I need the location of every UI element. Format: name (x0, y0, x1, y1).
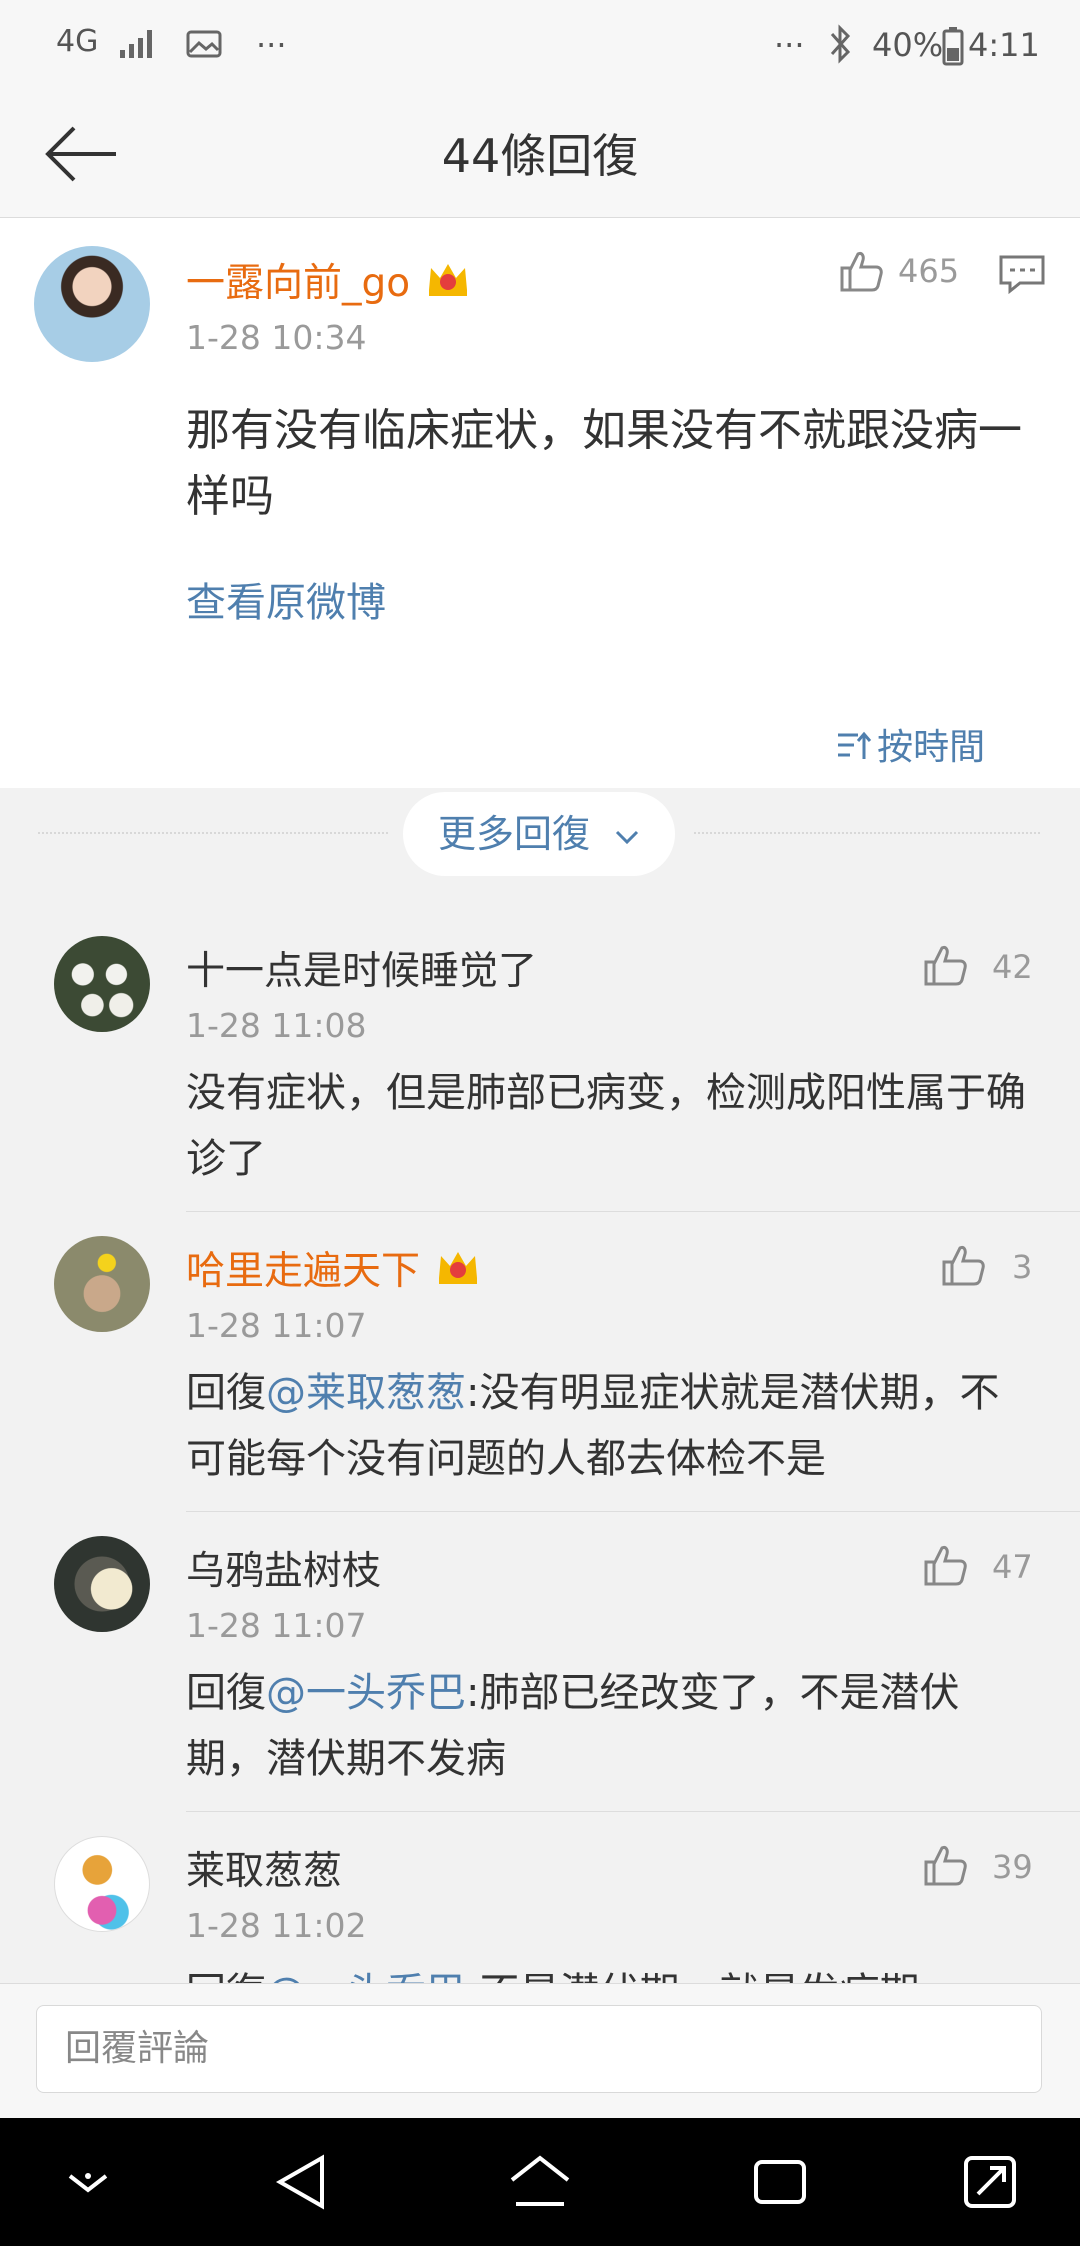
reply-item: 十一点是时候睡觉了 1-28 11:08 42 没有症状，但是肺部已病变，检测成… (0, 900, 1080, 1212)
username[interactable]: 哈里走遍天下 (186, 1249, 420, 1294)
reply-body: :不是潜伏期，就是发病期 (466, 1970, 919, 1983)
recent-apps-icon[interactable] (752, 2158, 808, 2206)
reply-time: 1-28 11:07 (186, 1306, 367, 1345)
more-indicator: ··· (256, 26, 287, 64)
username[interactable]: 十一点是时候睡觉了 (186, 940, 537, 996)
comment-icon[interactable] (998, 254, 1046, 294)
chevron-down-icon[interactable] (64, 2166, 112, 2200)
avatar[interactable] (54, 936, 150, 1032)
mention-link[interactable]: @一头乔巴 (266, 1670, 466, 1716)
more-indicator-right: ··· (774, 26, 805, 64)
network-indicator: 4G (56, 24, 99, 59)
home-icon[interactable] (508, 2154, 572, 2210)
thumbs-up-icon[interactable] (940, 1242, 988, 1288)
thumbs-up-icon[interactable] (922, 1542, 970, 1588)
vip-crown-icon (439, 1252, 478, 1284)
divider-right (694, 832, 1040, 834)
like-count: 465 (898, 252, 960, 290)
like-count: 42 (992, 948, 1033, 986)
like-count: 39 (992, 1848, 1033, 1886)
username[interactable]: 乌鸦盐树枝 (186, 1540, 381, 1596)
avatar[interactable] (54, 1836, 150, 1932)
reply-text: 回復@莱取葱葱:没有明显症状就是潜伏期，不可能每个没有问题的人都去体检不是 (186, 1360, 1036, 1492)
reply-time: 1-28 11:08 (186, 1006, 367, 1045)
chevron-down-icon (615, 830, 639, 845)
reply-time: 1-28 11:07 (186, 1606, 367, 1645)
main-comment: 一露向前_go 1-28 10:34 465 那有没有临床症状，如果没有不就跟没… (0, 218, 1080, 788)
sort-label: 按時間 (877, 727, 986, 768)
sort-icon (838, 731, 872, 759)
reply-time: 1-28 11:02 (186, 1906, 367, 1945)
reply-item: 乌鸦盐树枝 1-28 11:07 47 回復@一头乔巴:肺部已经改变了，不是潜伏… (0, 1512, 1080, 1812)
mention-link[interactable]: @一头乔巴 (266, 1970, 466, 1983)
reply-text: 没有症状，但是肺部已病变，检测成阳性属于确诊了 (186, 1060, 1036, 1192)
reply-body: 没有症状，但是肺部已病变，检测成阳性属于确诊了 (186, 1070, 1026, 1182)
reply-prefix: 回復 (186, 1970, 266, 1983)
username[interactable]: 莱取葱葱 (186, 1840, 342, 1896)
expand-icon[interactable] (962, 2154, 1018, 2210)
comment-text: 那有没有临床症状，如果没有不就跟没病一样吗 (186, 405, 1022, 522)
status-bar: 4G ··· ··· 40% 4:11 (0, 0, 1080, 92)
image-icon (186, 30, 222, 58)
bluetooth-icon (830, 24, 851, 64)
view-original-link[interactable]: 查看原微博 (186, 570, 386, 628)
more-replies-label: 更多回復 (437, 812, 590, 856)
back-icon[interactable] (274, 2154, 328, 2210)
reply-item: 哈里走遍天下 1-28 11:07 3 回復@莱取葱葱:没有明显症状就是潜伏期，… (0, 1212, 1080, 1512)
sort-button[interactable]: 按時間 (836, 718, 985, 770)
reply-item: 莱取葱葱 1-28 11:02 39 回復@一头乔巴:不是潜伏期，就是发病期 (0, 1812, 1080, 1983)
clock: 4:11 (968, 26, 1040, 64)
avatar[interactable] (54, 1236, 150, 1332)
reply-input[interactable]: 回覆評論 (36, 2005, 1042, 2093)
divider-left (38, 832, 388, 834)
mention-link[interactable]: @莱取葱葱 (266, 1370, 466, 1416)
reply-prefix: 回復 (186, 1370, 266, 1416)
avatar[interactable] (54, 1536, 150, 1632)
signal-icon (120, 30, 152, 58)
username[interactable]: 一露向前_go (186, 261, 410, 306)
like-count: 3 (1012, 1248, 1033, 1286)
vip-crown-icon (429, 264, 468, 296)
avatar[interactable] (34, 246, 150, 362)
nav-bar: 44條回復 (0, 92, 1080, 218)
thumbs-up-icon[interactable] (922, 1842, 970, 1888)
reply-prefix: 回復 (186, 1670, 266, 1716)
reply-text: 回復@一头乔巴:肺部已经改变了，不是潜伏期，潜伏期不发病 (186, 1660, 1036, 1792)
battery-icon (942, 27, 964, 66)
more-replies-button[interactable]: 更多回復 (403, 792, 675, 876)
battery-percent: 40% (872, 26, 944, 64)
like-count: 47 (992, 1548, 1033, 1586)
thumbs-up-icon[interactable] (838, 248, 886, 294)
comment-time: 1-28 10:34 (186, 318, 367, 357)
reply-text: 回復@一头乔巴:不是潜伏期，就是发病期 (186, 1960, 1036, 1983)
thumbs-up-icon[interactable] (922, 942, 970, 988)
page-title: 44條回復 (441, 129, 639, 183)
system-nav-bar (0, 2118, 1080, 2246)
